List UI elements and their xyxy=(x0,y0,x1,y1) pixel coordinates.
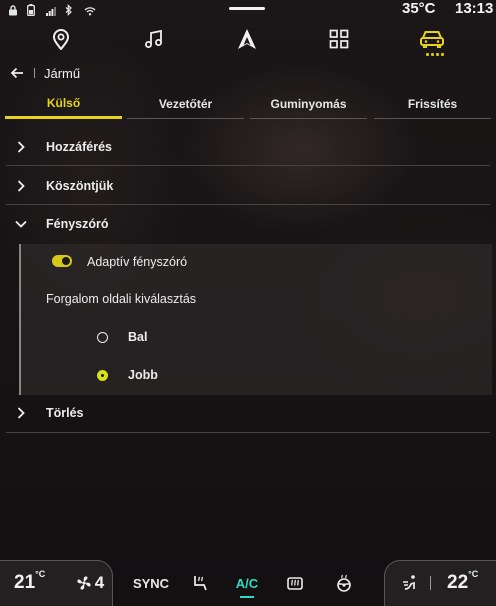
adaptive-headlight-toggle[interactable] xyxy=(52,255,72,267)
back-arrow-icon[interactable] xyxy=(10,67,24,79)
notification-handle[interactable] xyxy=(229,7,265,10)
climate-separator xyxy=(430,576,431,590)
location-pin-icon xyxy=(52,29,70,50)
chevron-right-icon xyxy=(17,180,25,192)
breadcrumb-separator xyxy=(34,68,35,78)
traffic-side-heading: Forgalom oldali kiválasztás xyxy=(46,292,197,306)
breadcrumb: Jármű xyxy=(10,64,80,82)
divider xyxy=(6,204,490,205)
ac-active-indicator xyxy=(240,596,254,598)
list-item-delete[interactable]: Törlés xyxy=(6,402,490,424)
outside-temperature: 35°C xyxy=(402,0,436,17)
list-item-welcome[interactable]: Köszöntjük xyxy=(6,175,490,197)
rear-defrost-icon xyxy=(287,577,303,590)
list-item-label: Fényszóró xyxy=(46,217,109,231)
bluetooth-icon xyxy=(65,3,75,16)
divider xyxy=(6,165,490,166)
chevron-right-icon xyxy=(17,141,25,153)
list-item-label: Törlés xyxy=(46,406,84,420)
seat-heater-button[interactable] xyxy=(189,572,211,594)
right-temperature[interactable]: 22°C xyxy=(447,569,478,594)
nav-vehicle[interactable] xyxy=(415,24,449,54)
apps-grid-icon xyxy=(329,29,349,49)
tab-frissites[interactable]: Frissítés xyxy=(374,90,491,119)
top-navigation xyxy=(0,20,496,58)
android-auto-icon xyxy=(238,29,256,49)
adaptive-headlight-label: Adaptív fényszóró xyxy=(87,255,188,269)
chevron-right-icon xyxy=(17,407,25,419)
air-direction-button[interactable] xyxy=(400,572,422,594)
steering-wheel-heater-icon xyxy=(337,574,351,592)
rear-defrost-button[interactable] xyxy=(284,572,306,594)
list-item-access[interactable]: Hozzáférés xyxy=(6,136,490,158)
divider xyxy=(6,432,490,433)
air-direction-icon xyxy=(403,575,415,590)
nav-android-auto[interactable] xyxy=(230,24,264,54)
radio-jobb[interactable] xyxy=(97,370,108,381)
tab-bar: Külső Vezetőtér Guminyomás Frissítés xyxy=(0,90,496,120)
vehicle-icon xyxy=(420,31,444,48)
radio-label-jobb: Jobb xyxy=(128,368,158,382)
seat-heater-icon xyxy=(194,576,207,591)
tab-guminyomas[interactable]: Guminyomás xyxy=(250,90,367,119)
fan-control[interactable]: 4 xyxy=(72,572,108,594)
music-note-icon xyxy=(145,29,162,48)
tab-vezetoter[interactable]: Vezetőtér xyxy=(127,90,244,119)
steering-wheel-heater-button[interactable] xyxy=(333,572,355,594)
status-bar: 35°C 13:13 xyxy=(0,0,496,18)
radio-label-bal: Bal xyxy=(128,330,148,344)
ac-button[interactable]: A/C xyxy=(233,572,261,594)
tab-kulso[interactable]: Külső xyxy=(5,90,122,119)
nav-apps[interactable] xyxy=(322,24,356,54)
nav-navigation[interactable] xyxy=(44,24,78,54)
battery-icon xyxy=(27,3,37,17)
list-item-label: Köszöntjük xyxy=(46,179,114,193)
left-temperature[interactable]: 21°C xyxy=(14,569,45,594)
clock: 13:13 xyxy=(455,0,494,17)
fan-icon xyxy=(77,576,91,590)
active-indicator xyxy=(426,53,444,56)
fan-level: 4 xyxy=(94,573,105,592)
list-item-headlights[interactable]: Fényszóró xyxy=(6,213,490,235)
nav-media[interactable] xyxy=(137,24,171,54)
lock-icon xyxy=(8,3,18,16)
radio-bal[interactable] xyxy=(97,332,108,343)
signal-icon xyxy=(46,3,56,16)
chevron-down-icon xyxy=(15,220,27,228)
page-title: Jármű xyxy=(44,65,81,81)
wifi-icon xyxy=(84,3,96,16)
sync-button[interactable]: SYNC xyxy=(132,572,170,594)
list-item-label: Hozzáférés xyxy=(46,140,112,154)
